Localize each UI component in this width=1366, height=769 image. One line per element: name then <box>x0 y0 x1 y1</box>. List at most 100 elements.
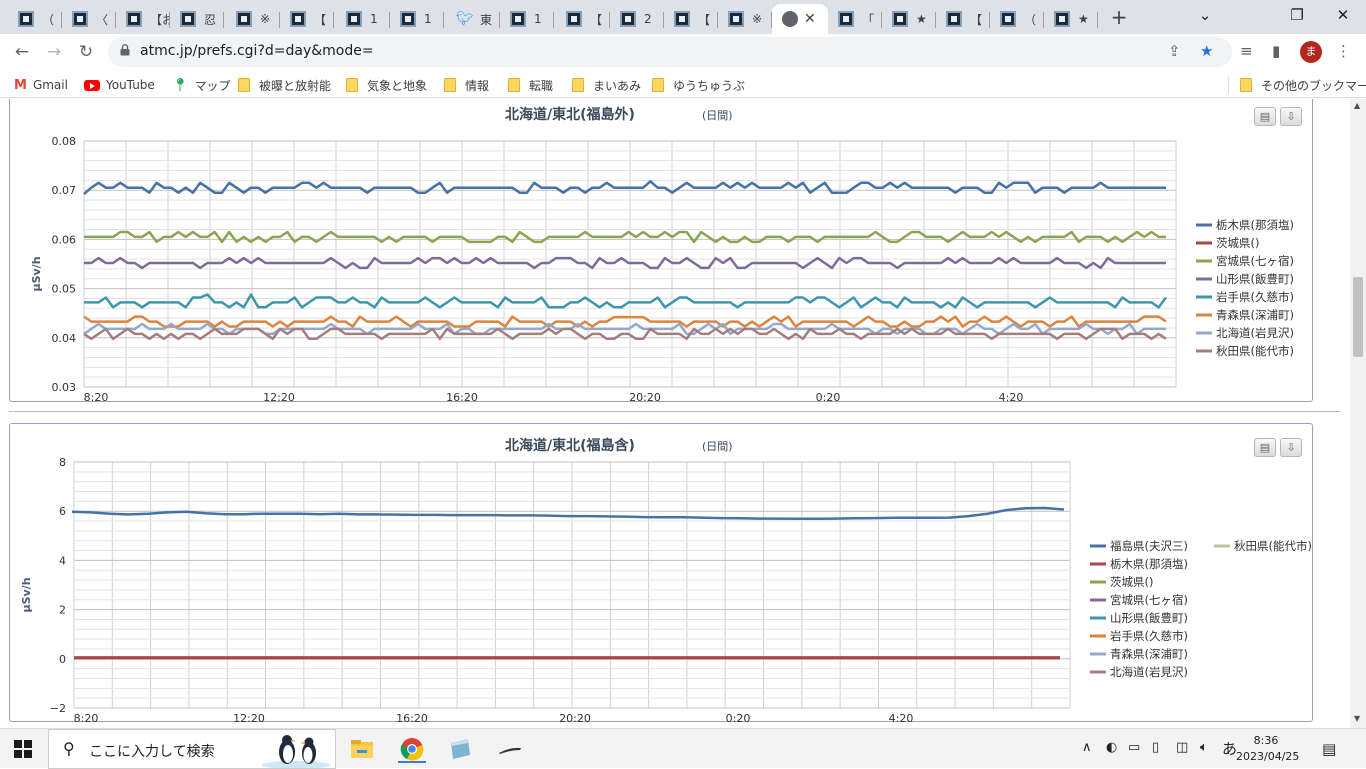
notification-icon[interactable]: ▤ <box>1322 740 1336 758</box>
browser-tab[interactable]: 【 <box>936 4 990 34</box>
url-text[interactable]: atmc.jp/prefs.cgi?d=day&mode= <box>140 43 374 59</box>
folder-icon <box>1240 78 1252 92</box>
browser-tab[interactable]: 1 <box>336 4 390 34</box>
globe-icon <box>180 11 196 27</box>
legend-label: 宮城県(七ヶ宿) <box>1110 593 1188 607</box>
share-icon[interactable]: ⇪ <box>1168 42 1181 60</box>
legend-label: 青森県(深浦町) <box>1216 308 1294 322</box>
windows-start-icon[interactable] <box>14 740 32 758</box>
bookmark-item[interactable]: YouTube <box>84 76 155 94</box>
x-tick-label: 0:20 <box>816 391 841 402</box>
scrollbar-thumb[interactable] <box>1353 277 1363 357</box>
site-favicon-icon <box>510 11 526 27</box>
bookmark-item[interactable]: 気象と地象 <box>346 76 427 94</box>
tab-separator <box>553 12 554 28</box>
bookmark-item[interactable]: M Gmail <box>14 76 68 94</box>
reload-button[interactable]: ↻ <box>74 40 98 64</box>
bookmark-item[interactable]: 情報 <box>444 76 489 94</box>
browser-tab[interactable]: 【 <box>664 4 718 34</box>
browser-tab[interactable]: 【お <box>116 4 170 34</box>
download-chart-button[interactable]: ⇩ <box>1280 438 1302 457</box>
airplane-app-icon[interactable] <box>496 735 524 763</box>
reading-list-icon[interactable]: ≡ <box>1240 42 1253 60</box>
legend-label: 山形県(飯豊町) <box>1216 272 1294 286</box>
bookmark-item[interactable]: 転職 <box>508 76 553 94</box>
clock-date: 2023/04/25 <box>1236 750 1300 763</box>
penguins-illustration <box>262 735 330 768</box>
print-chart-button[interactable]: ▤ <box>1254 438 1276 457</box>
gmail-icon: M <box>14 77 27 93</box>
browser-tab[interactable]: 1 <box>390 4 444 34</box>
taskbar-clock[interactable]: 8:36 2023/04/25 <box>1236 733 1300 765</box>
profile-avatar[interactable]: ま <box>1300 41 1322 63</box>
tray-app-icon[interactable]: ◐ <box>1106 740 1117 755</box>
browser-tab[interactable]: ✕ <box>772 4 828 34</box>
site-favicon-icon <box>674 11 690 27</box>
browser-tab[interactable]: 「 <box>828 4 882 34</box>
site-favicon-icon <box>1054 11 1070 27</box>
browser-tab[interactable]: 〈 <box>62 4 116 34</box>
scroll-up-arrow-icon[interactable]: ▲ <box>1354 101 1360 110</box>
bookmark-label: 被曝と放射能 <box>259 78 332 93</box>
page-content: 北海道/東北(福島外) (日間) 0.08 0.07 0.06 0.05 0.04 0.03 8… <box>0 99 1350 728</box>
tray-battery-icon[interactable]: ▭ <box>1128 740 1140 755</box>
tray-volume-icon[interactable]: 🔈︎ <box>1200 740 1208 755</box>
window-restore-icon[interactable]: ❐ <box>1274 4 1320 28</box>
tab-separator <box>1097 12 1098 28</box>
browser-tab[interactable]: 🐦︎ 東 <box>446 4 500 34</box>
taskbar-search-box[interactable]: ⚲ ここに入力して検索 <box>48 729 336 769</box>
download-chart-button[interactable]: ⇩ <box>1280 107 1302 126</box>
file-explorer-icon[interactable] <box>348 735 376 763</box>
side-panel-icon[interactable]: ▮ <box>1272 42 1280 60</box>
y-tick-label: 0.08 <box>52 135 77 148</box>
tab-title: ※ <box>260 12 271 26</box>
tray-chevron-icon[interactable]: ∧ <box>1082 740 1092 755</box>
back-button[interactable]: ← <box>10 40 34 64</box>
tray-network-icon[interactable]: ▯ <box>1152 740 1159 755</box>
tab-title: 【 <box>970 12 983 27</box>
other-bookmarks[interactable]: その他のブックマーク <box>1240 76 1366 94</box>
y-tick-label: 2 <box>59 604 66 617</box>
bookmark-star-icon[interactable]: ★ <box>1200 42 1213 60</box>
search-placeholder: ここに入力して検索 <box>89 744 215 760</box>
tab-title: 2 <box>644 12 652 26</box>
browser-tab[interactable]: ※ <box>718 4 772 34</box>
browser-tab[interactable]: 1 <box>500 4 554 34</box>
ime-indicator[interactable]: あ <box>1222 738 1237 759</box>
site-favicon-icon <box>346 11 362 27</box>
new-tab-button[interactable]: + <box>1108 6 1130 28</box>
browser-tab[interactable]: ★ <box>1044 4 1098 34</box>
address-bar[interactable]: atmc.jp/prefs.cgi?d=day&mode= ⇪ ★ <box>108 37 1232 67</box>
browser-tab[interactable]: （ <box>990 4 1044 34</box>
scroll-down-arrow-icon[interactable]: ▼ <box>1354 714 1360 723</box>
bookmark-label: Gmail <box>32 78 68 92</box>
chrome-icon[interactable] <box>398 735 426 763</box>
bookmark-item[interactable]: 📍︎ マップ <box>172 76 231 94</box>
window-close-icon[interactable]: ✕ <box>1320 4 1366 28</box>
y-axis-label: μSv/h <box>30 256 43 291</box>
site-favicon-icon <box>18 11 34 27</box>
notepad-app-icon[interactable] <box>446 735 474 763</box>
bookmark-item[interactable]: まいあみ <box>572 76 641 94</box>
browser-tab[interactable]: （ <box>8 4 62 34</box>
tab-title: ★ <box>1078 12 1089 26</box>
browser-tab[interactable]: ※ <box>226 4 280 34</box>
browser-tab[interactable]: 忍 <box>170 4 224 34</box>
menu-icon[interactable]: ⋮ <box>1336 42 1351 60</box>
bookmark-item[interactable]: 被曝と放射能 <box>238 76 331 94</box>
browser-tab[interactable]: 【 <box>280 4 334 34</box>
vertical-scrollbar[interactable]: ▲ ▼ <box>1350 99 1366 728</box>
browser-tab[interactable]: ★ <box>882 4 936 34</box>
panel-divider <box>9 411 1341 412</box>
tray-wifi-icon[interactable]: ◫ <box>1176 740 1188 755</box>
site-favicon-icon <box>892 11 908 27</box>
print-chart-button[interactable]: ▤ <box>1254 107 1276 126</box>
tab-close-icon[interactable]: ✕ <box>804 11 816 27</box>
window-expand-icon[interactable]: ⌄ <box>1182 4 1228 28</box>
forward-button[interactable]: → <box>42 40 66 64</box>
tab-title: 【お <box>150 12 170 27</box>
folder-icon <box>572 78 584 92</box>
browser-tab[interactable]: 【 <box>556 4 610 34</box>
browser-tab[interactable]: 2 <box>610 4 664 34</box>
bookmark-item[interactable]: ゆうちゅうぶ <box>652 76 745 94</box>
